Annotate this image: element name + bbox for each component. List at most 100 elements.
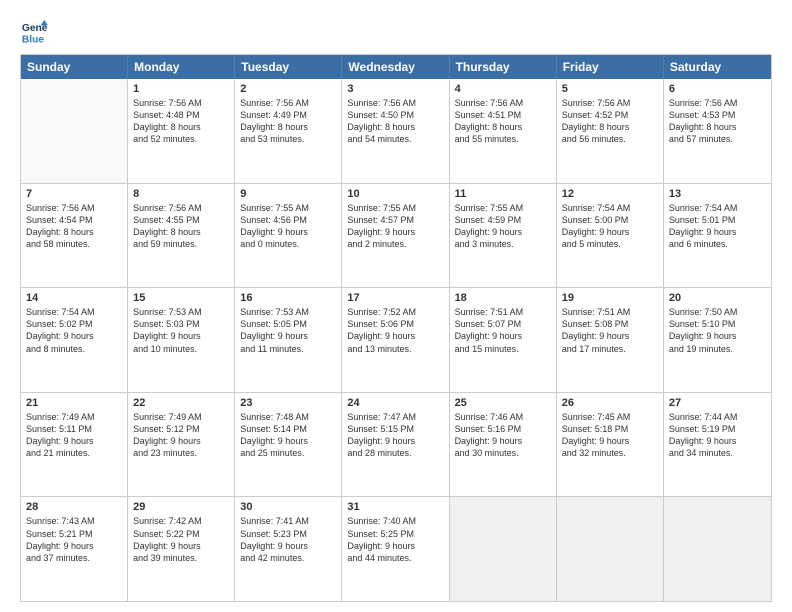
cal-cell: 24 Sunrise: 7:47 AMSunset: 5:15 PMDayligh… bbox=[342, 393, 449, 497]
cal-cell: 16 Sunrise: 7:53 AMSunset: 5:05 PMDayligh… bbox=[235, 288, 342, 392]
day-info: Sunrise: 7:47 AMSunset: 5:15 PMDaylight:… bbox=[347, 411, 443, 460]
day-info: Sunrise: 7:53 AMSunset: 5:03 PMDaylight:… bbox=[133, 306, 229, 355]
day-info: Sunrise: 7:56 AMSunset: 4:48 PMDaylight:… bbox=[133, 97, 229, 146]
day-info: Sunrise: 7:54 AMSunset: 5:02 PMDaylight:… bbox=[26, 306, 122, 355]
week-row-5: 28 Sunrise: 7:43 AMSunset: 5:21 PMDayligh… bbox=[21, 496, 771, 601]
day-number: 31 bbox=[347, 501, 443, 513]
day-number: 14 bbox=[26, 292, 122, 304]
header-day-monday: Monday bbox=[128, 55, 235, 79]
day-info: Sunrise: 7:48 AMSunset: 5:14 PMDaylight:… bbox=[240, 411, 336, 460]
header-day-wednesday: Wednesday bbox=[342, 55, 449, 79]
svg-text:Blue: Blue bbox=[22, 34, 45, 45]
calendar: SundayMondayTuesdayWednesdayThursdayFrid… bbox=[20, 54, 772, 602]
header: General Blue bbox=[20, 18, 772, 46]
day-info: Sunrise: 7:40 AMSunset: 5:25 PMDaylight:… bbox=[347, 515, 443, 564]
day-number: 18 bbox=[455, 292, 551, 304]
cal-cell: 31 Sunrise: 7:40 AMSunset: 5:25 PMDayligh… bbox=[342, 497, 449, 601]
day-number: 30 bbox=[240, 501, 336, 513]
day-info: Sunrise: 7:56 AMSunset: 4:51 PMDaylight:… bbox=[455, 97, 551, 146]
cal-cell: 1 Sunrise: 7:56 AMSunset: 4:48 PMDaylight… bbox=[128, 79, 235, 183]
day-number: 17 bbox=[347, 292, 443, 304]
day-info: Sunrise: 7:42 AMSunset: 5:22 PMDaylight:… bbox=[133, 515, 229, 564]
cal-cell bbox=[664, 497, 771, 601]
cal-cell: 22 Sunrise: 7:49 AMSunset: 5:12 PMDayligh… bbox=[128, 393, 235, 497]
day-number: 3 bbox=[347, 83, 443, 95]
cal-cell bbox=[21, 79, 128, 183]
day-number: 7 bbox=[26, 188, 122, 200]
cal-cell: 15 Sunrise: 7:53 AMSunset: 5:03 PMDayligh… bbox=[128, 288, 235, 392]
day-number: 26 bbox=[562, 397, 658, 409]
day-info: Sunrise: 7:44 AMSunset: 5:19 PMDaylight:… bbox=[669, 411, 766, 460]
header-day-sunday: Sunday bbox=[21, 55, 128, 79]
day-info: Sunrise: 7:54 AMSunset: 5:00 PMDaylight:… bbox=[562, 202, 658, 251]
day-number: 4 bbox=[455, 83, 551, 95]
cal-cell: 29 Sunrise: 7:42 AMSunset: 5:22 PMDayligh… bbox=[128, 497, 235, 601]
day-info: Sunrise: 7:56 AMSunset: 4:55 PMDaylight:… bbox=[133, 202, 229, 251]
cal-cell: 20Sunrise: 7:50 AMSunset: 5:10 PMDayligh… bbox=[664, 288, 771, 392]
day-number: 19 bbox=[562, 292, 658, 304]
day-info: Sunrise: 7:56 AMSunset: 4:52 PMDaylight:… bbox=[562, 97, 658, 146]
day-number: 16 bbox=[240, 292, 336, 304]
day-info: Sunrise: 7:56 AMSunset: 4:54 PMDaylight:… bbox=[26, 202, 122, 251]
day-info: Sunrise: 7:53 AMSunset: 5:05 PMDaylight:… bbox=[240, 306, 336, 355]
header-day-saturday: Saturday bbox=[664, 55, 771, 79]
cal-cell: 28 Sunrise: 7:43 AMSunset: 5:21 PMDayligh… bbox=[21, 497, 128, 601]
day-number: 2 bbox=[240, 83, 336, 95]
cal-cell: 23 Sunrise: 7:48 AMSunset: 5:14 PMDayligh… bbox=[235, 393, 342, 497]
day-number: 24 bbox=[347, 397, 443, 409]
cal-cell: 7 Sunrise: 7:56 AMSunset: 4:54 PMDaylight… bbox=[21, 184, 128, 288]
cal-cell: 6Sunrise: 7:56 AMSunset: 4:53 PMDaylight… bbox=[664, 79, 771, 183]
day-info: Sunrise: 7:56 AMSunset: 4:50 PMDaylight:… bbox=[347, 97, 443, 146]
day-number: 5 bbox=[562, 83, 658, 95]
day-info: Sunrise: 7:51 AMSunset: 5:07 PMDaylight:… bbox=[455, 306, 551, 355]
cal-cell: 12Sunrise: 7:54 AMSunset: 5:00 PMDayligh… bbox=[557, 184, 664, 288]
calendar-header: SundayMondayTuesdayWednesdayThursdayFrid… bbox=[21, 55, 771, 79]
header-day-thursday: Thursday bbox=[450, 55, 557, 79]
week-row-2: 7 Sunrise: 7:56 AMSunset: 4:54 PMDaylight… bbox=[21, 183, 771, 288]
day-info: Sunrise: 7:55 AMSunset: 4:57 PMDaylight:… bbox=[347, 202, 443, 251]
day-info: Sunrise: 7:45 AMSunset: 5:18 PMDaylight:… bbox=[562, 411, 658, 460]
cal-cell: 5 Sunrise: 7:56 AMSunset: 4:52 PMDaylight… bbox=[557, 79, 664, 183]
week-row-4: 21 Sunrise: 7:49 AMSunset: 5:11 PMDayligh… bbox=[21, 392, 771, 497]
day-info: Sunrise: 7:55 AMSunset: 4:59 PMDaylight:… bbox=[455, 202, 551, 251]
day-number: 28 bbox=[26, 501, 122, 513]
day-info: Sunrise: 7:52 AMSunset: 5:06 PMDaylight:… bbox=[347, 306, 443, 355]
day-number: 11 bbox=[455, 188, 551, 200]
day-number: 22 bbox=[133, 397, 229, 409]
week-row-1: 1 Sunrise: 7:56 AMSunset: 4:48 PMDaylight… bbox=[21, 79, 771, 183]
day-number: 27 bbox=[669, 397, 766, 409]
day-number: 15 bbox=[133, 292, 229, 304]
day-info: Sunrise: 7:51 AMSunset: 5:08 PMDaylight:… bbox=[562, 306, 658, 355]
cal-cell: 18 Sunrise: 7:51 AMSunset: 5:07 PMDayligh… bbox=[450, 288, 557, 392]
logo-icon: General Blue bbox=[20, 18, 48, 46]
day-info: Sunrise: 7:54 AMSunset: 5:01 PMDaylight:… bbox=[669, 202, 766, 251]
day-info: Sunrise: 7:56 AMSunset: 4:49 PMDaylight:… bbox=[240, 97, 336, 146]
cal-cell: 3 Sunrise: 7:56 AMSunset: 4:50 PMDaylight… bbox=[342, 79, 449, 183]
day-number: 20 bbox=[669, 292, 766, 304]
header-day-tuesday: Tuesday bbox=[235, 55, 342, 79]
cal-cell: 10 Sunrise: 7:55 AMSunset: 4:57 PMDayligh… bbox=[342, 184, 449, 288]
day-info: Sunrise: 7:49 AMSunset: 5:12 PMDaylight:… bbox=[133, 411, 229, 460]
cal-cell: 26 Sunrise: 7:45 AMSunset: 5:18 PMDayligh… bbox=[557, 393, 664, 497]
day-info: Sunrise: 7:55 AMSunset: 4:56 PMDaylight:… bbox=[240, 202, 336, 251]
calendar-body: 1 Sunrise: 7:56 AMSunset: 4:48 PMDaylight… bbox=[21, 79, 771, 601]
cal-cell: 8Sunrise: 7:56 AMSunset: 4:55 PMDaylight… bbox=[128, 184, 235, 288]
day-info: Sunrise: 7:46 AMSunset: 5:16 PMDaylight:… bbox=[455, 411, 551, 460]
cal-cell: 30 Sunrise: 7:41 AMSunset: 5:23 PMDayligh… bbox=[235, 497, 342, 601]
cal-cell: 9Sunrise: 7:55 AMSunset: 4:56 PMDaylight… bbox=[235, 184, 342, 288]
day-number: 23 bbox=[240, 397, 336, 409]
day-number: 29 bbox=[133, 501, 229, 513]
header-day-friday: Friday bbox=[557, 55, 664, 79]
day-number: 25 bbox=[455, 397, 551, 409]
day-number: 1 bbox=[133, 83, 229, 95]
day-info: Sunrise: 7:49 AMSunset: 5:11 PMDaylight:… bbox=[26, 411, 122, 460]
day-info: Sunrise: 7:41 AMSunset: 5:23 PMDaylight:… bbox=[240, 515, 336, 564]
cal-cell: 27 Sunrise: 7:44 AMSunset: 5:19 PMDayligh… bbox=[664, 393, 771, 497]
logo: General Blue bbox=[20, 18, 52, 46]
day-number: 21 bbox=[26, 397, 122, 409]
day-info: Sunrise: 7:43 AMSunset: 5:21 PMDaylight:… bbox=[26, 515, 122, 564]
page: General Blue SundayMondayTuesdayWednesda… bbox=[0, 0, 792, 612]
day-number: 10 bbox=[347, 188, 443, 200]
cal-cell: 2 Sunrise: 7:56 AMSunset: 4:49 PMDaylight… bbox=[235, 79, 342, 183]
day-number: 13 bbox=[669, 188, 766, 200]
